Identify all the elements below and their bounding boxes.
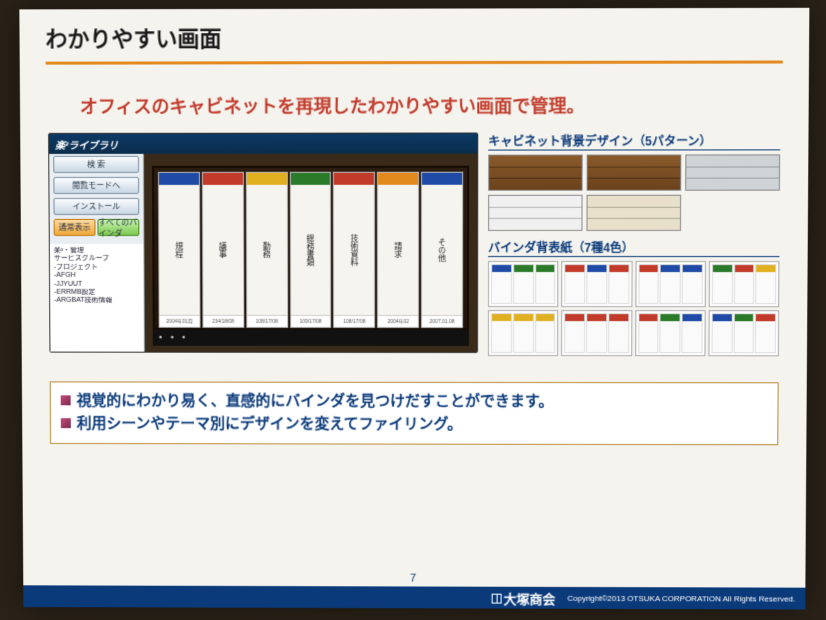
right-column: キャビネット背景デザイン（5パターン） バインダ背表紙（7種4色）: [488, 132, 780, 356]
binder[interactable]: 規程2004年01月: [158, 172, 200, 328]
tree-item[interactable]: -ERRMB設定: [54, 289, 140, 297]
cabinet-thumb: [488, 155, 582, 191]
binder-thumb: [561, 261, 632, 307]
folder-tree[interactable]: 楽²・管理 サービスグループ -プロジェクト -AFGH -JJYUUT -ER…: [50, 244, 144, 352]
binder-thumb: [488, 310, 558, 356]
slide-footer: 大塚商会 Copyright©2013 OTSUKA CORPORATION A…: [23, 585, 805, 609]
title-bar: わかりやすい画面: [19, 8, 809, 58]
tree-item[interactable]: -プロジェクト: [54, 264, 140, 272]
bullet-row: 視覚的にわかり易く、直感的にバインダを見つけだすことができます。: [61, 390, 768, 413]
binder-thumb: [708, 261, 779, 307]
cabinet-thumb: [488, 195, 582, 231]
shelf: 規程2004年01月議事234/18/08勤務108/17/08総務書類109/…: [152, 166, 469, 330]
binder[interactable]: 議事234/18/08: [202, 172, 244, 328]
toggle-normal[interactable]: 通常表示: [54, 219, 96, 236]
viewmode-button[interactable]: 閲覧モードへ: [53, 177, 139, 194]
brand-name: 大塚商会: [504, 591, 556, 606]
binder-design-heading: バインダ背表紙（7種4色）: [488, 239, 779, 257]
tree-item[interactable]: -JJYUUT: [54, 280, 140, 288]
install-button[interactable]: インストール: [53, 198, 139, 215]
bullet-icon: [61, 395, 71, 405]
binder-thumb: [488, 261, 558, 307]
content-row: 楽²ライブラリ 検 索 閲覧モードへ インストール 通常表示 すべてのバインダ …: [20, 132, 808, 356]
binder[interactable]: 勤務108/17/08: [246, 172, 288, 328]
tree-item[interactable]: 楽²・管理: [54, 247, 140, 255]
brand-mark-icon: [492, 593, 502, 603]
binder[interactable]: その他2007.01.08: [421, 172, 463, 328]
binder-thumb: [635, 310, 706, 356]
cabinet-thumb: [586, 195, 681, 231]
bullet-row: 利用シーンやテーマ別にデザインを変えてファイリング。: [61, 413, 768, 437]
binder-thumb: [635, 261, 706, 307]
binder-thumb: [561, 310, 632, 356]
shelf-footer: ●●●: [153, 330, 469, 346]
bullet-text: 視覚的にわかり易く、直感的にバインダを見つけだすことができます。: [77, 390, 554, 413]
binder[interactable]: 請求2004年02: [377, 172, 419, 328]
cabinet-thumb-grid: [488, 154, 780, 231]
subheading: オフィスのキャビネットを再現したわかりやすい画面で管理。: [80, 92, 809, 119]
app-body: 検 索 閲覧モードへ インストール 通常表示 すべてのバインダ 楽²・管理 サー…: [49, 154, 477, 352]
cabinet-design-heading: キャビネット背景デザイン（5パターン）: [488, 132, 780, 150]
binder[interactable]: 総務書類109/17/08: [289, 172, 331, 328]
tree-item[interactable]: -AFGH: [54, 272, 140, 280]
shelf-area: 規程2004年01月議事234/18/08勤務108/17/08総務書類109/…: [144, 154, 477, 352]
search-button[interactable]: 検 索: [53, 156, 139, 173]
page-number: 7: [23, 571, 805, 585]
app-logo: 楽²ライブラリ: [49, 134, 477, 154]
bullet-icon: [61, 418, 71, 428]
cabinet-app-screenshot: 楽²ライブラリ 検 索 閲覧モードへ インストール 通常表示 すべてのバインダ …: [48, 132, 478, 353]
bullet-text: 利用シーンやテーマ別にデザインを変えてファイリング。: [77, 413, 463, 436]
binder[interactable]: 技術資料108/17/08: [333, 172, 375, 328]
brand-logo: 大塚商会: [492, 588, 556, 607]
slide-title: わかりやすい画面: [45, 20, 783, 54]
cabinet-thumb: [685, 154, 780, 190]
tree-item[interactable]: -ARGBAT技術情報: [54, 297, 140, 305]
cabinet-thumb: [587, 154, 682, 190]
copyright: Copyright©2013 OTSUKA CORPORATION All Ri…: [567, 593, 795, 603]
app-sidebar: 検 索 閲覧モードへ インストール 通常表示 すべてのバインダ 楽²・管理 サー…: [49, 154, 145, 352]
binder-thumb: [708, 310, 779, 356]
slide: わかりやすい画面 オフィスのキャビネットを再現したわかりやすい画面で管理。 楽²…: [19, 8, 809, 610]
title-underline: [46, 60, 783, 64]
tree-item[interactable]: サービスグループ: [54, 255, 140, 263]
toggle-all[interactable]: すべてのバインダ: [97, 219, 139, 236]
binder-thumb-grid: [488, 261, 779, 356]
bullet-box: 視覚的にわかり易く、直感的にバインダを見つけだすことができます。 利用シーンやテ…: [50, 381, 779, 445]
